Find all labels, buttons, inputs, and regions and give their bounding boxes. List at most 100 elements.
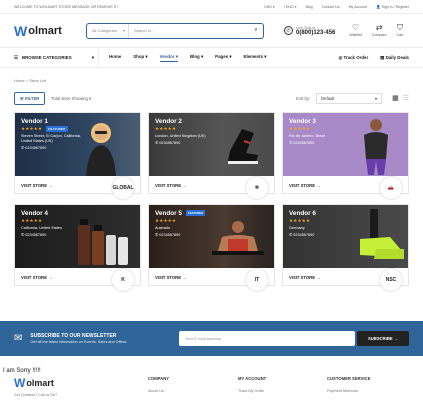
menu-icon: ☰ xyxy=(14,54,18,60)
nav-home[interactable]: Home xyxy=(109,54,121,62)
topbar-link-account[interactable]: My Account xyxy=(349,5,368,9)
vendor-image xyxy=(364,119,388,175)
call-number[interactable]: 0(800)123-456 xyxy=(296,30,335,36)
arrow-right-icon: → xyxy=(48,275,53,280)
vendor-banner: Vendor 3 ★★★★★ Rio de Janeiro, Brazil ✆ … xyxy=(283,113,408,176)
vendor-logo: IT xyxy=(246,269,268,291)
cart-icon: ⛉ xyxy=(396,23,403,32)
arrow-right-icon: → xyxy=(182,275,187,280)
currency-selector[interactable]: USD ▾ xyxy=(264,5,274,9)
vendor-banner: Vendor 4 ★★★★★ California, United States… xyxy=(15,205,140,268)
footer-logo[interactable]: Wolmart xyxy=(14,376,54,390)
call-info: ✆ Live Chat or : 0(800)123-456 xyxy=(284,26,335,36)
vendor-logo: 🚗 xyxy=(380,177,402,199)
vendor-image xyxy=(360,209,404,259)
track-order-link[interactable]: ◎ Track Order xyxy=(338,55,368,61)
vendor-card: Vendor 1 ★★★★★ FEATURED Steven Street, El… xyxy=(14,112,141,199)
footer-link-payment[interactable]: Payment Methods xyxy=(327,389,358,393)
phone-icon: ✆ xyxy=(284,26,293,35)
topbar-link-blog[interactable]: Blog xyxy=(306,5,313,9)
main-nav: ☰ BROWSE CATEGORIES ▾ Home Shop ▾ Vendor ▾… xyxy=(0,48,423,68)
footer-col-company: COMPANY xyxy=(148,376,170,381)
newsletter-email-input[interactable]: Your E-mail Address xyxy=(179,331,355,346)
vendor-address: Rio de Janeiro, Brazil xyxy=(289,134,326,138)
footer-link-about[interactable]: About Us xyxy=(148,389,164,393)
breadcrumb: Home > Store List xyxy=(14,78,47,83)
wishlist-button[interactable]: ♡ Wishlist xyxy=(349,23,361,38)
chevron-down-icon: ▾ xyxy=(374,95,378,101)
user-icon: 👤 xyxy=(376,4,381,9)
footer-col-account: MY ACCOUNT xyxy=(238,376,267,381)
header: Wolmart All Categories ▾ Search in... ⌕ ✆… xyxy=(0,14,423,48)
daily-deals-link[interactable]: ▤ Daily Deals xyxy=(380,55,409,61)
featured-badge: FEATURED xyxy=(46,126,68,132)
vendor-grid: Vendor 1 ★★★★★ FEATURED Steven Street, El… xyxy=(0,107,423,291)
vendor-card: Vendor 3 ★★★★★ Rio de Janeiro, Brazil ✆ … xyxy=(282,112,409,199)
arrow-right-icon: → xyxy=(316,275,321,280)
grid-view-icon[interactable]: ▦ xyxy=(392,94,399,102)
nav-blog[interactable]: Blog ▾ xyxy=(190,54,203,62)
location-icon: ◎ xyxy=(338,54,343,60)
subscribe-button[interactable]: SUBSCRIBE → xyxy=(357,331,409,346)
search-input[interactable]: Search in... xyxy=(129,28,249,33)
vendor-image xyxy=(78,219,128,265)
nav-shop[interactable]: Shop ▾ xyxy=(133,54,147,62)
signin-link[interactable]: 👤 Sign in / Register xyxy=(376,5,409,9)
compare-icon: ⇄ xyxy=(375,23,383,32)
arrow-right-icon: → xyxy=(182,183,187,188)
chevron-down-icon: ▾ xyxy=(91,54,94,60)
envelope-icon: ✉ xyxy=(14,333,23,344)
arrow-right-icon: → xyxy=(48,183,53,188)
vendor-banner: Vendor 2 ★★★★★ London, United Kingdom (U… xyxy=(149,113,274,176)
sort-select[interactable]: Default ▾ xyxy=(316,92,383,104)
browse-categories-button[interactable]: ☰ BROWSE CATEGORIES ▾ xyxy=(14,48,99,67)
error-message: I am Sorry !!!!! xyxy=(3,368,41,374)
vendor-card: Vendor 5 FEATURED ★★★★★ Australia ✆ 02345… xyxy=(148,204,275,291)
vendor-image xyxy=(228,129,258,164)
search-icon: ⌕ xyxy=(254,27,258,33)
search-category-select[interactable]: All Categories ▾ xyxy=(87,23,129,38)
newsletter-subtitle: Get all the latest information on Events… xyxy=(30,340,127,344)
featured-badge: FEATURED xyxy=(186,210,206,217)
vendor-banner: Vendor 6 ★★★★★ Germany ✆ 0234567890 xyxy=(283,205,408,268)
filter-icon: ☰ xyxy=(20,95,24,101)
breadcrumb-home[interactable]: Home xyxy=(14,78,25,83)
search-bar: All Categories ▾ Search in... ⌕ xyxy=(86,22,264,39)
store-toolbar: ☰ FILTER Total store Showing 6 Sort by: … xyxy=(0,89,423,107)
language-selector[interactable]: ▪ ENG ▾ xyxy=(284,5,297,9)
compare-button[interactable]: ⇄ Compare xyxy=(372,23,387,38)
vendor-logo: GLOBAL xyxy=(112,177,134,199)
vendor-image xyxy=(212,221,264,255)
vendor-card: Vendor 4 ★★★★★ California, United States… xyxy=(14,204,141,291)
arrow-right-icon: → xyxy=(316,183,321,188)
vendor-logo: K xyxy=(112,269,134,291)
vendor-name[interactable]: Vendor 4 xyxy=(21,210,134,217)
nav-vendor[interactable]: Vendor ▾ xyxy=(159,54,178,62)
top-bar: WELCOME TO WOLMART STORE MESSAGE OR REMO… xyxy=(0,0,423,14)
vendor-address: London, United Kingdom (UK) xyxy=(155,134,206,138)
cart-button[interactable]: ⛉ Cart xyxy=(396,23,404,38)
nav-pages[interactable]: Pages ▾ xyxy=(215,54,231,62)
newsletter-title: SUBSCRIBE TO OUR NEWSLETTER xyxy=(30,333,117,339)
filter-button[interactable]: ☰ FILTER xyxy=(14,91,46,105)
vendor-banner: Vendor 5 FEATURED ★★★★★ Australia ✆ 02345… xyxy=(149,205,274,268)
deals-icon: ▤ xyxy=(380,54,385,60)
footer: I am Sorry !!!!! Wolmart Got Question? C… xyxy=(0,356,423,400)
vendor-card: Vendor 2 ★★★★★ London, United Kingdom (U… xyxy=(148,112,275,199)
topbar-link-contact[interactable]: Contact Us xyxy=(322,5,340,9)
footer-link-track[interactable]: Track My Order xyxy=(238,389,264,393)
store-count: Total store Showing 6 xyxy=(51,95,92,101)
breadcrumb-current: Store List xyxy=(29,78,47,83)
footer-col-service: CUSTOMER SERVICE xyxy=(327,376,371,381)
search-button[interactable]: ⌕ xyxy=(249,27,263,34)
vendor-banner: Vendor 1 ★★★★★ FEATURED Steven Street, El… xyxy=(15,113,140,176)
site-logo[interactable]: Wolmart xyxy=(14,23,86,39)
footer-phone-label: Got Question? Call us 24/7 xyxy=(14,393,58,397)
chevron-down-icon: ▾ xyxy=(122,28,125,33)
vendor-card: Vendor 6 ★★★★★ Germany ✆ 0234567890 NSC … xyxy=(282,204,409,291)
nav-elements[interactable]: Elements ▾ xyxy=(244,54,267,62)
heart-icon: ♡ xyxy=(351,23,360,32)
welcome-message: WELCOME TO WOLMART STORE MESSAGE OR REMO… xyxy=(14,4,118,9)
vendor-image xyxy=(86,123,116,176)
list-view-icon[interactable]: ☰ xyxy=(403,94,409,102)
